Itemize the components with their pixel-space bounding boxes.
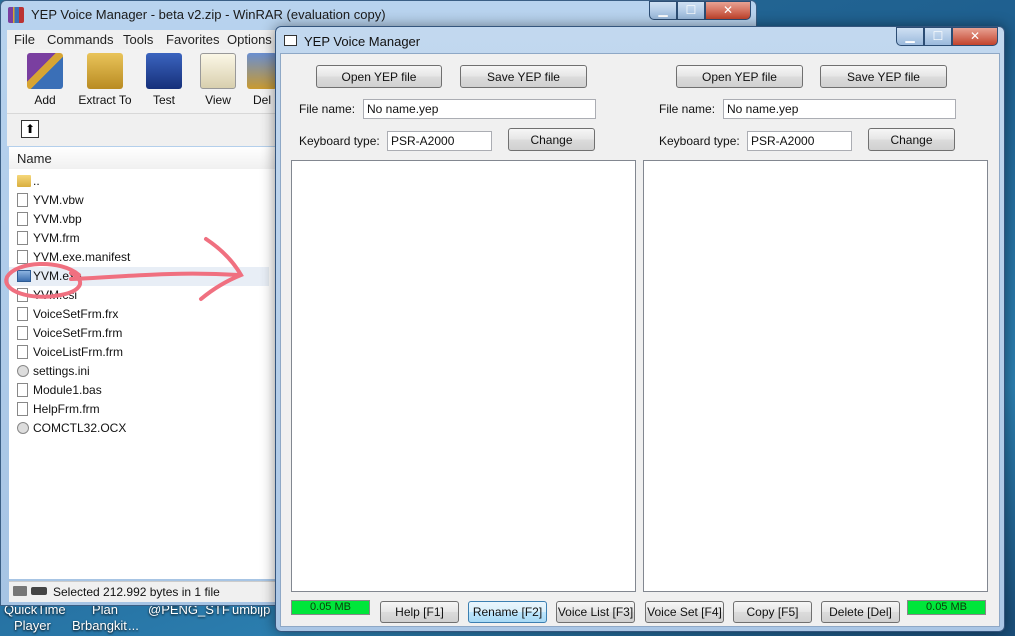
file-icon	[17, 193, 28, 207]
toolbar-extract-button[interactable]: Extract To	[77, 53, 133, 107]
left-file-name-input[interactable]	[363, 99, 596, 119]
toolbar-add-label: Add	[34, 93, 56, 107]
left-voice-list[interactable]	[291, 160, 636, 592]
winrar-logo-icon	[8, 7, 24, 23]
toolbar-extract-label: Extract To	[78, 93, 132, 107]
up-folder-button[interactable]: ⬆	[21, 120, 39, 138]
annotation-arrow-icon	[4, 237, 244, 301]
desktop-label-player[interactable]: Player	[14, 618, 51, 633]
winrar-minimize-button[interactable]: ▁	[649, 1, 677, 20]
right-memory-meter: 0.05 MB	[907, 600, 986, 615]
add-icon	[27, 53, 63, 89]
help-button[interactable]: Help [F1]	[380, 601, 459, 623]
ocx-file-icon	[17, 422, 29, 434]
delete-button[interactable]: Delete [Del]	[821, 601, 900, 623]
menu-options[interactable]: Options	[227, 32, 272, 47]
left-memory-meter: 0.05 MB	[291, 600, 370, 615]
left-file-name-label: File name:	[299, 102, 356, 116]
right-voice-list[interactable]	[643, 160, 988, 592]
menu-commands[interactable]: Commands	[47, 32, 113, 47]
toolbar-view-button[interactable]: View	[193, 53, 243, 107]
left-keyboard-type-input[interactable]	[387, 131, 492, 151]
right-file-name-input[interactable]	[723, 99, 956, 119]
right-open-yep-button[interactable]: Open YEP file	[676, 65, 803, 88]
right-keyboard-type-label: Keyboard type:	[659, 134, 740, 148]
toolbar-test-label: Test	[152, 93, 175, 107]
right-save-yep-button[interactable]: Save YEP file	[820, 65, 947, 88]
rename-button[interactable]: Rename [F2]	[468, 601, 547, 623]
yep-close-button[interactable]: ✕	[952, 27, 998, 46]
file-row[interactable]: COMCTL32.OCX	[9, 419, 269, 438]
drive-icon	[13, 586, 27, 596]
right-keyboard-type-input[interactable]	[747, 131, 852, 151]
folder-icon	[17, 175, 31, 187]
file-row[interactable]: Module1.bas	[9, 381, 269, 400]
settings-file-icon	[17, 365, 29, 377]
yep-minimize-button[interactable]: ▁	[896, 27, 924, 46]
left-save-yep-button[interactable]: Save YEP file	[460, 65, 587, 88]
yep-title: YEP Voice Manager	[304, 34, 421, 49]
winrar-close-button[interactable]: ✕	[705, 1, 751, 20]
right-change-button[interactable]: Change	[868, 128, 955, 151]
file-row[interactable]: settings.ini	[9, 362, 269, 381]
winrar-title: YEP Voice Manager - beta v2.zip - WinRAR…	[31, 7, 386, 22]
extract-icon	[87, 53, 123, 89]
view-icon	[200, 53, 236, 89]
toolbar-view-label: View	[205, 93, 231, 107]
app-window-icon	[284, 35, 297, 46]
left-change-button[interactable]: Change	[508, 128, 595, 151]
winrar-titlebar[interactable]: YEP Voice Manager - beta v2.zip - WinRAR…	[1, 1, 756, 29]
voice-set-button[interactable]: Voice Set [F4]	[645, 601, 724, 623]
right-file-name-label: File name:	[659, 102, 716, 116]
menu-favorites[interactable]: Favorites	[166, 32, 219, 47]
key-icon	[31, 587, 47, 595]
menu-file[interactable]: File	[14, 32, 35, 47]
copy-button[interactable]: Copy [F5]	[733, 601, 812, 623]
voice-list-button[interactable]: Voice List [F3]	[556, 601, 635, 623]
menu-tools[interactable]: Tools	[123, 32, 153, 47]
yep-maximize-button[interactable]: ☐	[924, 27, 952, 46]
status-text: Selected 212.992 bytes in 1 file	[53, 585, 220, 599]
yep-client-area: Open YEP file Save YEP file File name: K…	[280, 53, 1000, 627]
file-row[interactable]: HelpFrm.frm	[9, 400, 269, 419]
toolbar-add-button[interactable]: Add	[20, 53, 70, 107]
yep-window: YEP Voice Manager ▁ ☐ ✕ Open YEP file Sa…	[275, 26, 1005, 632]
winrar-maximize-button[interactable]: ☐	[677, 1, 705, 20]
file-row[interactable]: YVM.vbw	[9, 191, 269, 210]
desktop-label-more: ...	[128, 618, 139, 633]
column-name[interactable]: Name	[17, 151, 52, 166]
toolbar-delete-label: Del	[252, 93, 271, 107]
test-icon	[146, 53, 182, 89]
left-open-yep-button[interactable]: Open YEP file	[316, 65, 442, 88]
file-row[interactable]: ..	[9, 172, 269, 191]
file-icon	[17, 402, 28, 416]
toolbar-test-button[interactable]: Test	[139, 53, 189, 107]
desktop-label-brbangkit[interactable]: Brbangkit	[72, 618, 127, 633]
toolbar-delete-button[interactable]: Del	[247, 53, 277, 107]
file-icon	[17, 383, 28, 397]
left-keyboard-type-label: Keyboard type:	[299, 134, 380, 148]
delete-icon	[247, 53, 277, 89]
